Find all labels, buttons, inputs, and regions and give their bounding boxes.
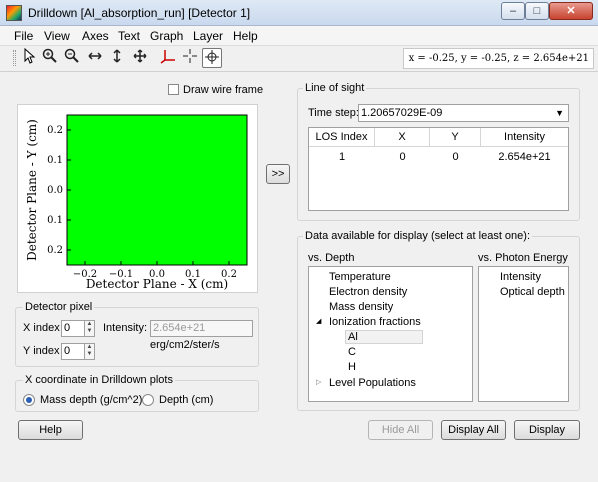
axes-tool-icon[interactable] [158, 48, 178, 68]
tree-item-temperature[interactable]: Temperature [329, 271, 391, 283]
y-index-spinner[interactable]: ▲ ▼ [84, 343, 95, 360]
y-index-input[interactable]: 0 [61, 343, 85, 360]
y-tick-label: 0.2 [47, 245, 63, 256]
los-table[interactable]: LOS Index X Y Intensity 1 0 0 2.654e+21 [308, 127, 569, 211]
tree-item-h[interactable]: H [348, 361, 356, 373]
y-tick-label: 0.0 [47, 185, 63, 196]
y-tick-label: 0.1 [47, 215, 63, 226]
data-available-title: Data available for display (select at le… [303, 230, 533, 242]
tree-item-mass-density[interactable]: Mass density [329, 301, 393, 313]
transfer-button[interactable]: >> [266, 164, 290, 184]
intensity-label: Intensity: [103, 322, 148, 334]
close-button[interactable]: ✕ [549, 2, 593, 20]
tree-item-ionization-fractions[interactable]: Ionization fractions [329, 316, 421, 328]
x-axis-label: Detector Plane - X (cm) [86, 277, 228, 291]
time-step-label: Time step: [308, 107, 359, 119]
tree-item-electron-density[interactable]: Electron density [329, 286, 407, 298]
vs-depth-tree[interactable]: Temperature Electron density Mass densit… [308, 266, 473, 402]
los-cell-index[interactable]: 1 [309, 148, 375, 166]
zoom-out-icon[interactable] [62, 48, 82, 68]
target-icon[interactable] [202, 48, 222, 68]
tree-expanded-icon[interactable]: ◢ [316, 317, 321, 325]
y-axis-label: Detector Plane - Y (cm) [25, 119, 39, 261]
menu-view[interactable]: View [44, 29, 70, 43]
photon-item-optical-depth[interactable]: Optical depth [500, 286, 565, 298]
app-icon [6, 5, 22, 21]
line-of-sight-title: Line of sight [303, 82, 367, 94]
minimize-button[interactable]: – [501, 2, 525, 20]
pan-vertical-icon[interactable] [107, 48, 127, 68]
wire-frame-checkbox[interactable] [168, 84, 179, 95]
x-index-spinner[interactable]: ▲ ▼ [84, 320, 95, 337]
intensity-unit: erg/cm2/ster/s [150, 339, 220, 351]
menu-axes[interactable]: Axes [82, 29, 109, 43]
chevron-down-icon: ▼ [555, 108, 564, 118]
los-col-y[interactable]: Y [430, 128, 481, 147]
display-all-button[interactable]: Display All [441, 420, 506, 440]
depth-label: Depth (cm) [159, 394, 214, 406]
time-step-select[interactable]: 1.20657029E-09 ▼ [358, 104, 569, 122]
wire-frame-label: Draw wire frame [183, 84, 264, 96]
menu-file[interactable]: File [14, 29, 33, 43]
x-coordinate-title: X coordinate in Drilldown plots [23, 374, 175, 386]
los-cell-intensity[interactable]: 2.654e+21 [481, 148, 568, 166]
y-tick-label: 0.2 [47, 125, 63, 136]
coordinate-readout: x = -0.25, y = -0.25, z = 2.654e+21 [403, 48, 594, 69]
menu-help[interactable]: Help [233, 29, 258, 43]
title-bar: Drilldown [Al_absorption_run] [Detector … [0, 0, 598, 26]
mass-depth-radio[interactable] [23, 394, 35, 406]
pointer-icon[interactable] [19, 47, 39, 68]
los-col-index[interactable]: LOS Index [309, 128, 375, 147]
display-button[interactable]: Display [514, 420, 580, 440]
plot-area[interactable]: −0.2 −0.1 0.0 0.1 0.2 0.2 0.1 0.0 0.1 0.2 Detect… [17, 104, 258, 293]
hide-all-button: Hide All [368, 420, 433, 440]
tree-item-al[interactable]: Al [345, 330, 423, 344]
depth-radio[interactable] [142, 394, 154, 406]
mass-depth-label: Mass depth (g/cm^2) [40, 394, 143, 406]
toolbar-grip [13, 50, 16, 66]
intensity-field: 2.654e+21 [150, 320, 253, 337]
heatmap-cell [66, 114, 248, 266]
vs-depth-label: vs. Depth [308, 252, 355, 264]
tree-item-level-populations[interactable]: Level Populations [329, 377, 416, 389]
window-title: Drilldown [Al_absorption_run] [Detector … [28, 6, 251, 20]
menu-layer[interactable]: Layer [193, 29, 223, 43]
y-index-label: Y index [23, 345, 60, 357]
zoom-in-icon[interactable] [40, 48, 60, 68]
time-step-value: 1.20657029E-09 [361, 107, 443, 119]
vs-photon-list[interactable]: Intensity Optical depth [478, 266, 569, 402]
x-index-label: X index [23, 322, 60, 334]
maximize-button[interactable]: □ [525, 2, 549, 20]
menu-text[interactable]: Text [118, 29, 140, 43]
los-col-intensity[interactable]: Intensity [481, 128, 568, 147]
help-button[interactable]: Help [18, 420, 83, 440]
crosshair-icon[interactable] [180, 48, 200, 68]
photon-item-intensity[interactable]: Intensity [500, 271, 541, 283]
tree-collapsed-icon[interactable]: ▷ [316, 378, 321, 386]
los-cell-x[interactable]: 0 [375, 148, 430, 166]
los-col-x[interactable]: X [375, 128, 430, 147]
vs-photon-label: vs. Photon Energy [478, 252, 568, 264]
detector-pixel-group [15, 307, 259, 367]
tree-item-c[interactable]: C [348, 346, 356, 358]
pan-all-icon[interactable] [130, 48, 150, 68]
detector-pixel-title: Detector pixel [23, 301, 95, 313]
x-index-input[interactable]: 0 [61, 320, 85, 337]
y-tick-label: 0.1 [47, 155, 63, 166]
pan-horizontal-icon[interactable] [85, 48, 105, 68]
menu-graph[interactable]: Graph [150, 29, 183, 43]
menu-bar: File View Axes Text Graph Layer Help [0, 26, 598, 46]
heatmap-chart: −0.2 −0.1 0.0 0.1 0.2 0.20.10.00.10.2 Detect… [25, 114, 248, 291]
los-cell-y[interactable]: 0 [430, 148, 481, 166]
